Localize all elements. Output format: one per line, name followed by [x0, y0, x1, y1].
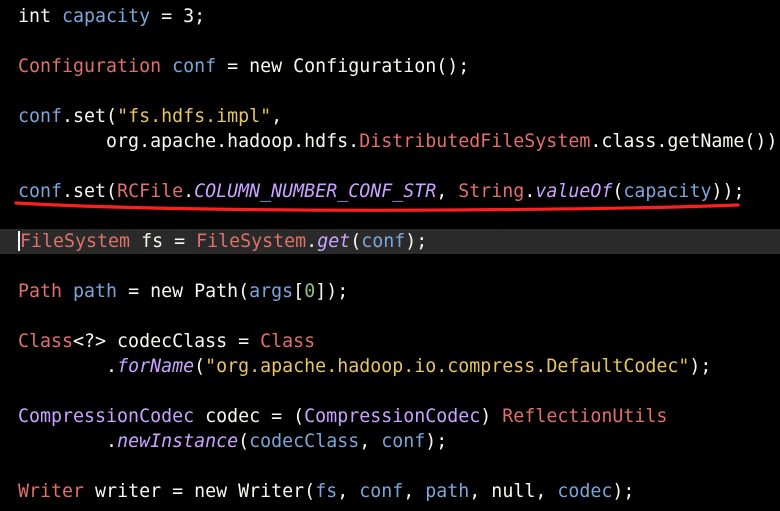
code-token: get: [317, 231, 351, 252]
code-token: Writer: [18, 481, 85, 502]
code-token: conf: [361, 231, 406, 252]
code-token: conf: [381, 431, 426, 452]
code-token: writer = new Writer(: [84, 481, 316, 502]
code-editor[interactable]: int capacity = 3; Configuration conf = n…: [0, 0, 780, 511]
code-line-1: int capacity = 3;: [18, 4, 205, 29]
code-token: conf: [359, 481, 404, 502]
code-token: (: [350, 231, 362, 252]
code-token: ,: [359, 431, 382, 452]
code-token: [: [293, 281, 305, 302]
code-token: int: [18, 6, 63, 27]
code-token: Path: [18, 281, 74, 302]
code-line-4: org.apache.hadoop.hdfs.DistributedFileSy…: [18, 129, 780, 154]
code-token: );: [612, 481, 635, 502]
code-token: );: [425, 431, 448, 452]
code-line-8: Class<?> codecClass = Class: [18, 329, 315, 354]
code-token: ,: [271, 106, 283, 127]
code-token: 3: [183, 6, 195, 27]
code-token: CompressionCodec: [18, 406, 195, 427]
code-line-6-current[interactable]: FileSystem fs = FileSystem.get(conf);: [0, 229, 780, 254]
code-token: ;: [194, 6, 206, 27]
code-token: codec = (: [194, 406, 305, 427]
code-token: FileSystem: [20, 231, 131, 252]
code-token: <?> codecClass =: [73, 331, 261, 352]
code-token: .: [306, 231, 318, 252]
code-token: ): [480, 406, 503, 427]
code-token: path: [425, 481, 470, 502]
code-token: conf: [18, 106, 63, 127]
code-token: , null,: [469, 481, 558, 502]
code-token: ]);: [315, 281, 349, 302]
code-token: .class.getName());: [590, 131, 780, 152]
code-token: CompressionCodec: [304, 406, 481, 427]
code-token: DistributedFileSystem: [359, 131, 591, 152]
code-line-7: Path path = new Path(args[0]);: [18, 279, 348, 304]
code-token: .set(: [62, 106, 118, 127]
code-token: 0: [304, 281, 316, 302]
code-token: (: [238, 431, 250, 452]
code-token: org.apache.hadoop.hdfs.: [18, 131, 360, 152]
code-token: fs =: [130, 231, 197, 252]
code-token: "org.apache.hadoop.io.compress.DefaultCo…: [205, 356, 690, 377]
code-token: ,: [403, 481, 426, 502]
code-token: capacity: [62, 6, 151, 27]
code-token: = new Configuration();: [216, 56, 470, 77]
red-underline-annotation: [14, 201, 740, 212]
code-token: path: [73, 281, 118, 302]
code-token: ,: [337, 481, 360, 502]
code-token: );: [405, 231, 428, 252]
code-token: fs: [315, 481, 338, 502]
code-token: ReflectionUtils: [502, 406, 668, 427]
code-line-11: .newInstance(codecClass, conf);: [18, 429, 447, 454]
code-token: codec: [557, 481, 613, 502]
code-token: forName: [117, 356, 195, 377]
code-token: Class: [260, 331, 316, 352]
code-token: FileSystem: [196, 231, 307, 252]
code-token: =: [150, 6, 184, 27]
code-token: "fs.hdfs.impl": [117, 106, 272, 127]
code-token: .: [18, 356, 118, 377]
code-token: Configuration: [18, 56, 173, 77]
code-token: (: [194, 356, 206, 377]
code-token: newInstance: [117, 431, 239, 452]
code-token: .: [18, 431, 118, 452]
code-line-10: CompressionCodec codec = (CompressionCod…: [18, 404, 667, 429]
code-line-12: Writer writer = new Writer(fs, conf, pat…: [18, 479, 634, 504]
code-token: Class: [18, 331, 74, 352]
code-token: = new Path(: [117, 281, 250, 302]
code-line-9: .forName("org.apache.hadoop.io.compress.…: [18, 354, 711, 379]
code-line-3: conf.set("fs.hdfs.impl",: [18, 104, 282, 129]
code-token: args: [249, 281, 294, 302]
code-line-2: Configuration conf = new Configuration()…: [18, 54, 469, 79]
code-token: codecClass: [249, 431, 360, 452]
code-token: );: [689, 356, 712, 377]
code-token: conf: [172, 56, 217, 77]
